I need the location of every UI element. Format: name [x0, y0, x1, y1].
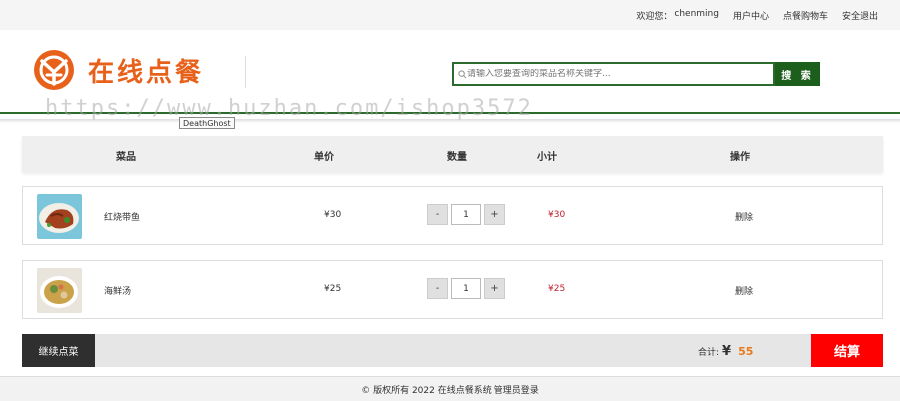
- item-subtotal: ¥25: [548, 284, 566, 294]
- watermark-text: https://www.huzhan.com/ishop3572: [45, 96, 533, 121]
- search-icon: [458, 69, 467, 78]
- top-bar: 欢迎您： chenming 用户中心 点餐购物车 安全退出: [0, 0, 900, 30]
- seafood-soup-photo-icon: [37, 268, 82, 313]
- page-footer: © 版权所有 2022 在线点餐系统 管理员登录: [0, 376, 900, 401]
- quantity-input[interactable]: 1: [451, 278, 481, 299]
- logo-emblem-icon: [34, 50, 74, 90]
- admin-login-link[interactable]: 管理员登录: [494, 383, 539, 396]
- cart-table-header: 菜品 单价 数量 小计 操作: [22, 136, 883, 172]
- item-name: 海鲜汤: [104, 287, 132, 297]
- column-dish: 菜品: [116, 152, 136, 163]
- cart-item-row: 海鲜汤 ¥25 - 1 + ¥25 删除: [22, 260, 883, 319]
- header-divider: [245, 56, 246, 88]
- currency-symbol: ¥: [722, 344, 732, 359]
- copyright-text: © 版权所有 2022 在线点餐系统: [361, 385, 492, 396]
- column-price: 单价: [314, 152, 334, 163]
- delete-link[interactable]: 删除: [735, 284, 753, 297]
- item-price: ¥25: [324, 284, 342, 294]
- search-bar: 搜 索: [452, 62, 820, 86]
- continue-ordering-button[interactable]: 继续点菜: [22, 334, 95, 367]
- item-price: ¥30: [324, 210, 342, 220]
- column-quantity: 数量: [447, 152, 467, 163]
- total-label: 合计:: [698, 348, 720, 358]
- site-logo[interactable]: 在线点餐: [32, 48, 204, 92]
- item-name: 红烧带鱼: [104, 213, 141, 223]
- decrease-button[interactable]: -: [427, 204, 448, 225]
- total-amount: 55: [738, 345, 754, 358]
- checkout-button[interactable]: 结算: [811, 334, 883, 367]
- cart-item-row: 红烧带鱼 ¥30 - 1 + ¥30 删除: [22, 186, 883, 245]
- username: chenming: [674, 8, 719, 19]
- search-box: [452, 62, 775, 86]
- item-subtotal: ¥30: [548, 210, 566, 220]
- welcome-text: 欢迎您： chenming: [636, 9, 719, 22]
- search-button[interactable]: 搜 索: [775, 62, 820, 86]
- user-center-link[interactable]: 用户中心: [733, 9, 769, 22]
- tooltip: DeathGhost: [179, 117, 235, 129]
- cart-link[interactable]: 点餐购物车: [783, 9, 828, 22]
- cart-summary-bar: 继续点菜 合计: ¥ 55 结算: [22, 334, 883, 367]
- column-subtotal: 小计: [537, 152, 557, 163]
- delete-link[interactable]: 删除: [735, 210, 753, 223]
- logo-text: 在线点餐: [88, 57, 205, 88]
- welcome-label: 欢迎您：: [636, 11, 673, 22]
- logout-link[interactable]: 安全退出: [842, 9, 878, 22]
- cart-total: 合计: ¥ 55: [698, 344, 753, 359]
- search-input[interactable]: [467, 69, 767, 79]
- decrease-button[interactable]: -: [427, 278, 448, 299]
- braised-fish-photo-icon: [37, 194, 82, 239]
- increase-button[interactable]: +: [484, 278, 505, 299]
- increase-button[interactable]: +: [484, 204, 505, 225]
- quantity-input[interactable]: 1: [451, 204, 481, 225]
- column-actions: 操作: [730, 152, 750, 163]
